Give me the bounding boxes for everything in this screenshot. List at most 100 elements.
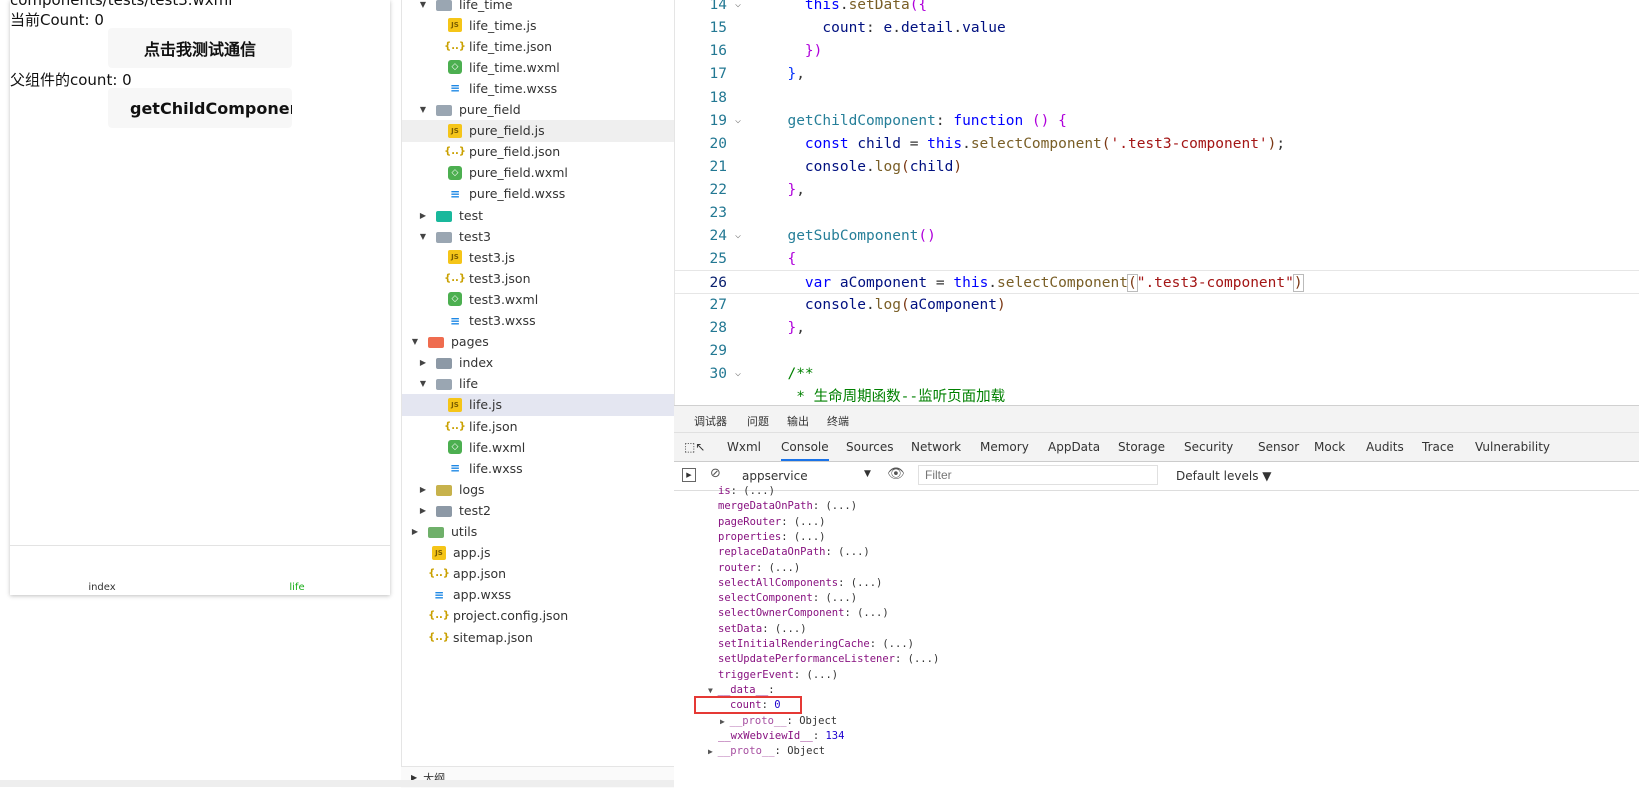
- console-property-row[interactable]: setInitialRenderingCache: (...): [718, 636, 914, 652]
- console-property-row[interactable]: replaceDataOnPath: (...): [718, 544, 870, 560]
- folder-toggle-icon[interactable]: ▼: [410, 337, 420, 346]
- tab-mock[interactable]: Mock: [1314, 440, 1345, 454]
- console-property-row[interactable]: is: (...): [718, 483, 775, 499]
- console-property-row[interactable]: selectComponent: (...): [718, 590, 857, 606]
- tree-item[interactable]: ▼ test3: [402, 225, 675, 247]
- tree-item[interactable]: ▶ logs: [402, 478, 675, 500]
- tree-item[interactable]: {..} life_time.json: [402, 35, 675, 57]
- console-property-row[interactable]: setUpdatePerformanceListener: (...): [718, 651, 939, 667]
- js-file-icon: JS: [448, 18, 462, 33]
- tree-item[interactable]: ▶ index: [402, 352, 675, 374]
- console-property-row[interactable]: pageRouter: (...): [718, 514, 825, 530]
- tab-vulnerability[interactable]: Vulnerability: [1475, 440, 1550, 454]
- folder-toggle-icon[interactable]: ▼: [418, 379, 428, 388]
- tree-item[interactable]: ▶ utils: [402, 521, 675, 543]
- test-communication-button[interactable]: 点击我测试通信: [108, 28, 292, 68]
- tab-life[interactable]: life: [257, 582, 337, 593]
- sidebar-toggle-icon[interactable]: ▶: [682, 468, 696, 482]
- tree-item[interactable]: ◇ test3.wxml: [402, 288, 675, 310]
- tree-item[interactable]: ≡ app.wxss: [402, 584, 675, 606]
- get-child-component-button[interactable]: getChildComponent: [108, 88, 292, 128]
- tree-item[interactable]: ◇ pure_field.wxml: [402, 162, 675, 184]
- tab-memory[interactable]: Memory: [980, 440, 1029, 454]
- property-key: setInitialRenderingCache: [718, 638, 870, 650]
- folder-toggle-icon[interactable]: ▶: [418, 358, 428, 367]
- property-value: : (...): [781, 515, 826, 528]
- tab-appdata[interactable]: AppData: [1048, 440, 1100, 454]
- tree-item[interactable]: ▼ pure_field: [402, 99, 675, 121]
- expand-right-icon: ▶: [708, 747, 718, 757]
- eye-icon[interactable]: 👁: [887, 466, 905, 482]
- wxss-file-icon: ≡: [449, 186, 461, 201]
- tree-item[interactable]: ≡ pure_field.wxss: [402, 183, 675, 205]
- tree-item-label: index: [459, 355, 494, 371]
- tab-security[interactable]: Security: [1184, 440, 1233, 454]
- folder-toggle-icon[interactable]: ▶: [410, 527, 420, 536]
- console-property-row[interactable]: properties: (...): [718, 529, 825, 545]
- tree-item[interactable]: {..} life.json: [402, 415, 675, 437]
- code-editor[interactable]: 14 ⌵ this.setData({ 15 count: e.detail.va…: [674, 0, 1639, 405]
- tab-storage[interactable]: Storage: [1118, 440, 1165, 454]
- tree-item[interactable]: ▼ life: [402, 373, 675, 395]
- filter-input[interactable]: [918, 465, 1158, 485]
- folder-toggle-icon[interactable]: ▶: [418, 506, 428, 515]
- tree-item-label: life_time.js: [469, 17, 537, 33]
- console-property-row[interactable]: triggerEvent: (...): [718, 667, 838, 683]
- tab-index[interactable]: index: [62, 582, 142, 593]
- property-value: : (...): [730, 485, 775, 497]
- tab-sources[interactable]: Sources: [846, 440, 893, 454]
- tab-network[interactable]: Network: [911, 440, 961, 454]
- property-value: 134: [825, 729, 845, 742]
- property-key: setData: [718, 622, 763, 635]
- property-value: : (...): [755, 561, 801, 574]
- console-property-row[interactable]: selectAllComponents: (...): [718, 575, 882, 591]
- tree-item[interactable]: JS life_time.js: [402, 14, 675, 36]
- webview-id-node[interactable]: __wxWebviewId__: 134: [718, 728, 844, 744]
- tab-trace[interactable]: Trace: [1422, 440, 1454, 454]
- tab-issues[interactable]: 问题: [747, 413, 769, 429]
- property-key: selectOwnerComponent: [718, 607, 845, 620]
- console-property-row[interactable]: setData: (...): [718, 621, 807, 637]
- proto-node[interactable]: ▶ __proto__: Object: [708, 743, 825, 759]
- property-key: properties: [718, 530, 782, 543]
- folder-toggle-icon[interactable]: ▼: [418, 0, 428, 9]
- tree-item[interactable]: JS pure_field.js: [402, 119, 675, 142]
- tree-item[interactable]: JS test3.js: [402, 246, 675, 268]
- proto-node[interactable]: ▶ __proto__: Object: [720, 713, 837, 729]
- clear-console-icon[interactable]: ⊘: [710, 466, 721, 481]
- tree-item[interactable]: ▶ test2: [402, 499, 675, 521]
- context-select[interactable]: appservice: [742, 469, 808, 483]
- tree-item[interactable]: ▶ test: [402, 204, 675, 226]
- folder-toggle-icon[interactable]: ▼: [418, 105, 428, 114]
- tree-item[interactable]: JS app.js: [402, 542, 675, 564]
- tab-sensor[interactable]: Sensor: [1258, 440, 1299, 454]
- folder-toggle-icon[interactable]: ▶: [418, 485, 428, 494]
- tree-item[interactable]: ≡ life.wxss: [402, 457, 675, 479]
- console-property-row[interactable]: router: (...): [718, 560, 800, 576]
- tree-item[interactable]: {..} project.config.json: [402, 605, 675, 627]
- chevron-down-icon[interactable]: ▼: [864, 469, 871, 479]
- levels-select[interactable]: Default levels ▼: [1176, 469, 1272, 483]
- tree-item[interactable]: ◇ life.wxml: [402, 436, 675, 458]
- tab-output[interactable]: 输出: [787, 413, 809, 429]
- folder-toggle-icon[interactable]: ▼: [418, 232, 428, 241]
- tab-audits[interactable]: Audits: [1366, 440, 1404, 454]
- tree-item[interactable]: ≡ test3.wxss: [402, 310, 675, 332]
- tree-item[interactable]: {..} test3.json: [402, 267, 675, 289]
- tab-console[interactable]: Console: [781, 440, 829, 461]
- tab-wxml[interactable]: Wxml: [727, 440, 761, 454]
- console-property-row[interactable]: selectOwnerComponent: (...): [718, 605, 889, 621]
- tree-item[interactable]: ▼ life_time: [402, 0, 675, 15]
- tree-item[interactable]: {..} sitemap.json: [402, 626, 675, 648]
- console-property-row[interactable]: mergeDataOnPath: (...): [718, 498, 857, 514]
- folder-toggle-icon[interactable]: ▶: [418, 211, 428, 220]
- tab-terminal[interactable]: 终端: [827, 413, 849, 429]
- tree-item[interactable]: {..} pure_field.json: [402, 141, 675, 163]
- tree-item-label: life_time.wxss: [469, 80, 558, 96]
- tree-item[interactable]: JS life.js: [402, 393, 675, 416]
- tree-item[interactable]: {..} app.json: [402, 563, 675, 585]
- inspect-icon[interactable]: ⬚↖: [684, 440, 705, 454]
- tree-item[interactable]: ◇ life_time.wxml: [402, 56, 675, 78]
- tree-item[interactable]: ▼ pages: [402, 331, 675, 353]
- tree-item[interactable]: ≡ life_time.wxss: [402, 77, 675, 99]
